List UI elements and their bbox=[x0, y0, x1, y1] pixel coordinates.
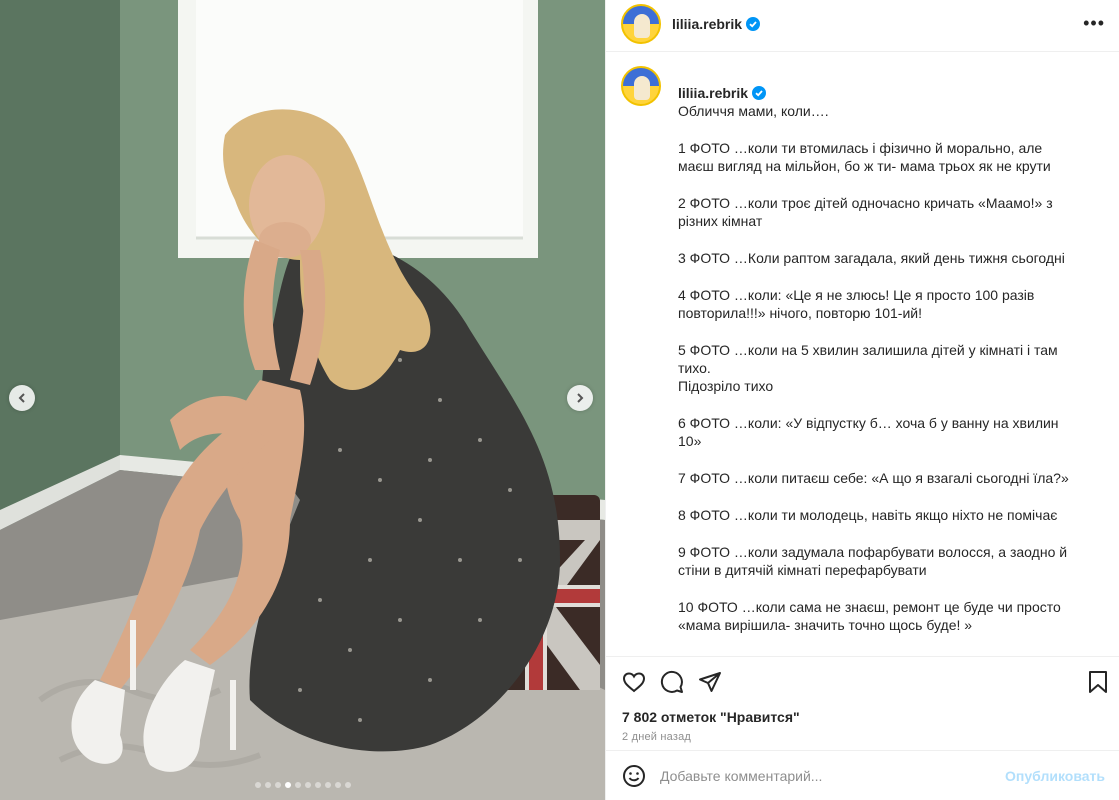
emoji-icon[interactable] bbox=[622, 764, 646, 788]
caption-intro: Обличчя мами, коли…. bbox=[678, 103, 829, 119]
carousel-dot bbox=[294, 782, 301, 788]
caption: liliia.rebrik Обличчя мами, коли…. 1 ФОТ… bbox=[621, 66, 1105, 653]
caption-line: 6 ФОТО …коли: «У відпустку б… хоча б у в… bbox=[678, 415, 1059, 449]
avatar[interactable] bbox=[621, 3, 661, 44]
photo-image bbox=[0, 0, 605, 800]
caption-line: 7 ФОТО …коли питаєш себе: «А що я взагал… bbox=[678, 470, 1069, 486]
comments-section: liliia.rebrik Обличчя мами, коли…. 1 ФОТ… bbox=[606, 52, 1119, 656]
caption-line: 8 ФОТО …коли ти молодець, навіть якщо ні… bbox=[678, 507, 1058, 523]
caption-line: 1 ФОТО …коли ти втомилась і фізично й мо… bbox=[678, 140, 1051, 174]
post-timestamp[interactable]: 2 дней назад bbox=[606, 728, 1119, 750]
post-photo[interactable] bbox=[0, 0, 605, 800]
verified-badge-icon bbox=[746, 16, 761, 31]
carousel-dot bbox=[304, 782, 311, 788]
heart-icon[interactable] bbox=[622, 670, 646, 694]
instagram-post: liliia.rebrik ••• liliia.rebrik Обличчя … bbox=[0, 0, 1119, 800]
caption-line: 5 ФОТО …коли на 5 хвилин залишила дітей … bbox=[678, 342, 1058, 394]
likes-count[interactable]: 7 802 отметок "Нравится" bbox=[606, 706, 1119, 728]
verified-badge-icon bbox=[752, 86, 767, 100]
add-comment-bar: Опубликовать bbox=[606, 750, 1119, 800]
carousel-dot bbox=[264, 782, 271, 788]
carousel-dot bbox=[324, 782, 331, 788]
avatar[interactable] bbox=[621, 66, 661, 106]
comment-icon[interactable] bbox=[660, 670, 684, 694]
caption-text: liliia.rebrik Обличчя мами, коли…. 1 ФОТ… bbox=[678, 66, 1078, 653]
header-username[interactable]: liliia.rebrik bbox=[672, 16, 742, 32]
caption-line: 10 ФОТО …коли сама не знаєш, ремонт це б… bbox=[678, 599, 1061, 633]
chevron-left-icon bbox=[18, 393, 25, 403]
action-bar bbox=[606, 656, 1119, 706]
carousel-dot bbox=[284, 782, 291, 788]
post-header: liliia.rebrik ••• bbox=[606, 0, 1119, 52]
carousel-indicator bbox=[0, 782, 605, 788]
carousel-dot bbox=[334, 782, 341, 788]
post-sidebar: liliia.rebrik ••• liliia.rebrik Обличчя … bbox=[605, 0, 1119, 800]
publish-button[interactable]: Опубликовать bbox=[1005, 768, 1105, 784]
caption-line: 3 ФОТО …Коли раптом загадала, який день … bbox=[678, 250, 1065, 266]
bookmark-icon[interactable] bbox=[1087, 670, 1109, 694]
carousel-prev-button[interactable] bbox=[9, 385, 35, 411]
carousel-dot bbox=[254, 782, 261, 788]
more-horizontal-icon[interactable]: ••• bbox=[1083, 13, 1105, 34]
carousel-dot bbox=[314, 782, 321, 788]
carousel-dot bbox=[274, 782, 281, 788]
comment-input[interactable] bbox=[660, 767, 1006, 784]
chevron-right-icon bbox=[577, 393, 584, 403]
caption-line: 2 ФОТО …коли троє дітей одночасно кричат… bbox=[678, 195, 1053, 229]
carousel-dot bbox=[344, 782, 351, 788]
carousel-next-button[interactable] bbox=[567, 385, 593, 411]
share-icon[interactable] bbox=[698, 670, 722, 694]
caption-line: 9 ФОТО …коли задумала пофарбувати волосс… bbox=[678, 544, 1068, 578]
caption-username[interactable]: liliia.rebrik bbox=[678, 85, 748, 101]
caption-line: 4 ФОТО …коли: «Це я не злюсь! Це я прост… bbox=[678, 287, 1035, 321]
